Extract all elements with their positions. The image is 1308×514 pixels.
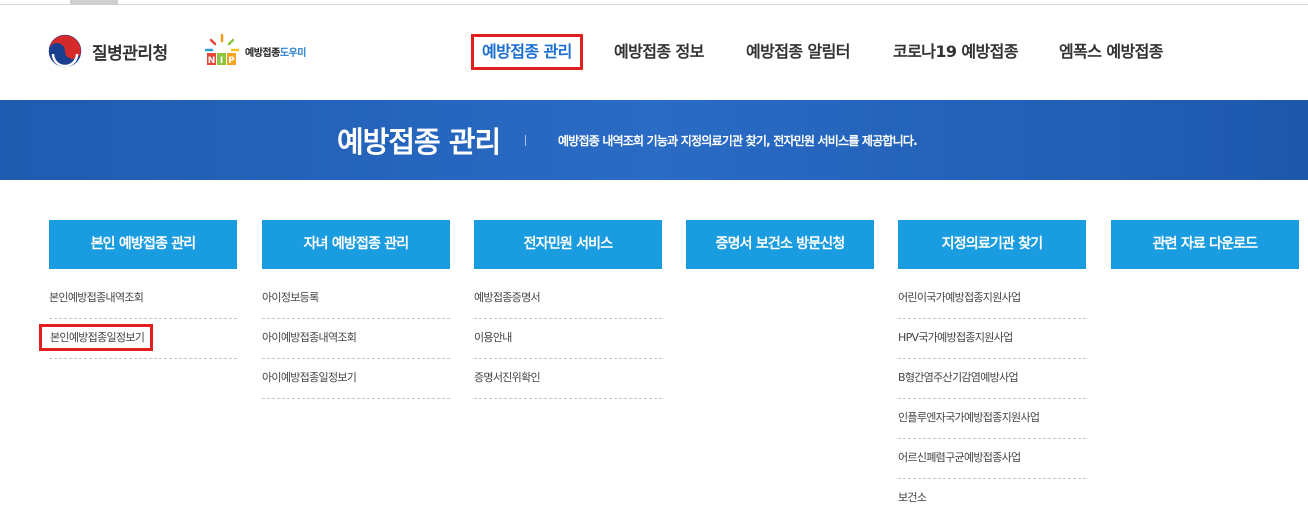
list-item[interactable]: 본인예방접종내역조회 [49,279,237,319]
menu-heading-self[interactable]: 본인 예방접종 관리 [49,220,237,269]
menu-list: 예방접종증명서 이용안내 증명서진위확인 [474,279,662,399]
nip-sun-icon: N I P [204,33,240,66]
gnb-vaccination-info[interactable]: 예방접종 정보 [614,34,704,70]
gnb-vaccination-notice[interactable]: 예방접종 알림터 [746,34,850,70]
list-item[interactable]: 어르신폐렴구균예방접종사업 [898,439,1086,479]
page-title: 예방접종 관리 [337,125,501,159]
list-item[interactable]: 증명서진위확인 [474,359,662,399]
menu-column-designated-clinic: 지정의료기관 찾기 어린이국가예방접종지원사업 HPV국가예방접종지원사업 B형… [898,220,1086,514]
menu-column-e-service: 전자민원 서비스 예방접종증명서 이용안내 증명서진위확인 [474,220,662,399]
list-item-label: 이용안내 [474,331,512,344]
list-item-label: 인플루엔자국가예방접종지원사업 [898,411,1040,424]
nip-name-prefix: 예방접종 [245,47,280,59]
taegeuk-icon [48,34,82,68]
svg-text:I: I [220,56,223,66]
list-item-label: 어르신폐렴구균예방접종사업 [898,451,1021,464]
svg-text:P: P [228,56,235,66]
list-item[interactable]: 아이예방접종일정보기 [262,359,450,399]
svg-text:N: N [208,56,216,66]
list-item[interactable]: 예방접종증명서 [474,279,662,319]
menu-list: 아이정보등록 아이예방접종내역조회 아이예방접종일정보기 [262,279,450,399]
menu-column-certificate-visit: 증명서 보건소 방문신청 [686,220,874,269]
nip-name: 예방접종도우미 [245,44,306,59]
menu-list: 본인예방접종내역조회 본인예방접종일정보기 [39,279,237,359]
list-item-label: 아이정보등록 [262,291,319,304]
list-item-label: B형간염주산기감염예방사업 [898,371,1019,384]
list-item-label: 아이예방접종일정보기 [262,371,357,384]
kdca-name: 질병관리청 [92,43,168,64]
menu-heading-designated-clinic[interactable]: 지정의료기관 찾기 [898,220,1086,269]
list-item-label: 증명서진위확인 [474,371,541,384]
page-banner: 예방접종 관리 예방접종 내역조회 기능과 지정의료기관 찾기, 전자민원 서비… [0,100,1308,180]
list-item[interactable]: 인플루엔자국가예방접종지원사업 [898,399,1086,439]
list-item[interactable]: 이용안내 [474,319,662,359]
list-item-label: HPV국가예방접종지원사업 [898,331,1013,344]
list-item[interactable]: 아이예방접종내역조회 [262,319,450,359]
nip-logo[interactable]: N I P 예방접종도우미 [203,32,306,70]
nip-name-highlight: 도우미 [279,47,307,59]
page-description: 예방접종 내역조회 기능과 지정의료기관 찾기, 전자민원 서비스를 제공합니다… [558,134,918,148]
list-item[interactable]: HPV국가예방접종지원사업 [898,319,1086,359]
gnb-vaccination-management[interactable]: 예방접종 관리 [471,34,583,70]
kdca-logo[interactable]: 질병관리청 [48,34,168,68]
list-item[interactable]: 보건소 [898,479,1086,514]
list-item[interactable]: 본인예방접종일정보기 [39,319,237,359]
menu-column-downloads: 관련 자료 다운로드 [1111,220,1299,269]
list-item-label: 본인예방접종일정보기 [39,324,154,351]
list-item[interactable]: 어린이국가예방접종지원사업 [898,279,1086,319]
gnb-mpox-vaccination[interactable]: 엠폭스 예방접종 [1059,34,1163,70]
list-item-label: 본인예방접종내역조회 [49,291,144,304]
menu-heading-certificate-visit[interactable]: 증명서 보건소 방문신청 [686,220,874,269]
list-item-label: 어린이국가예방접종지원사업 [898,291,1021,304]
list-item-label: 보건소 [898,491,927,504]
site-header: 질병관리청 N I P 예방접종도우미 예방접종 관리 예방접종 정보 예방접종… [0,5,1308,100]
menu-column-self: 본인 예방접종 관리 본인예방접종내역조회 본인예방접종일정보기 [39,220,237,359]
menu-list: 어린이국가예방접종지원사업 HPV국가예방접종지원사업 B형간염주산기감염예방사… [898,279,1086,514]
list-item-label: 아이예방접종내역조회 [262,331,357,344]
menu-heading-downloads[interactable]: 관련 자료 다운로드 [1111,220,1299,269]
list-item[interactable]: 아이정보등록 [262,279,450,319]
banner-divider [525,135,526,146]
menu-heading-child[interactable]: 자녀 예방접종 관리 [262,220,450,269]
list-item-label: 예방접종증명서 [474,291,541,304]
menu-column-child: 자녀 예방접종 관리 아이정보등록 아이예방접종내역조회 아이예방접종일정보기 [262,220,450,399]
menu-heading-e-service[interactable]: 전자민원 서비스 [474,220,662,269]
list-item[interactable]: B형간염주산기감염예방사업 [898,359,1086,399]
gnb-covid19-vaccination[interactable]: 코로나19 예방접종 [893,34,1018,70]
